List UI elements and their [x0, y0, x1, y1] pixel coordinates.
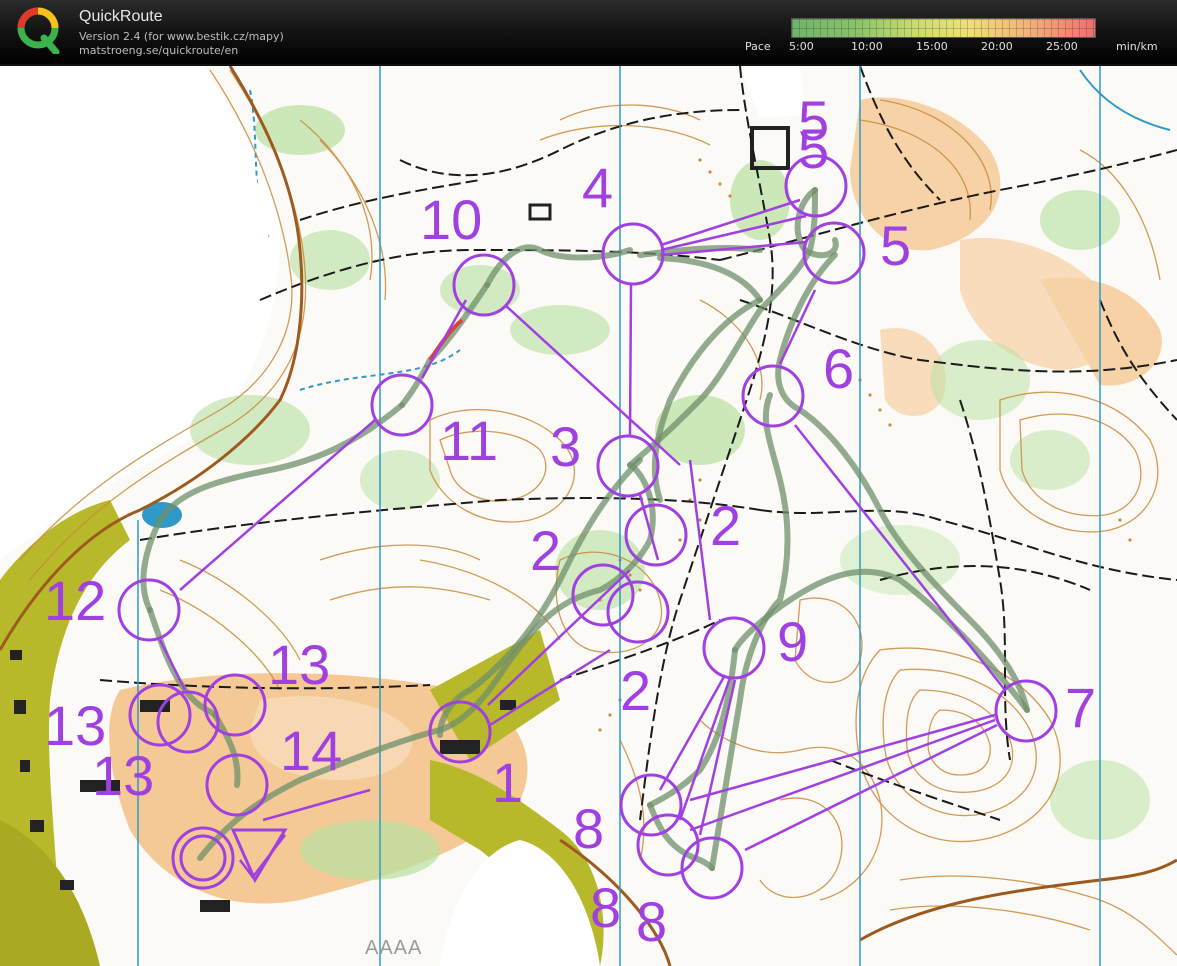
app-subtitle: Version 2.4 (for www.bestik.cz/mapy) mat…: [79, 30, 284, 58]
control-label: 5: [798, 117, 829, 180]
app-header: QuickRoute Version 2.4 (for www.bestik.c…: [0, 0, 1177, 66]
pace-tick: 25:00: [1046, 40, 1078, 53]
pace-tick: 15:00: [916, 40, 948, 53]
control-label: 6: [823, 337, 854, 400]
control-label: 1: [492, 751, 523, 814]
control-label: 13: [268, 633, 330, 696]
pace-color-scale: [791, 18, 1096, 38]
control-label: 4: [582, 156, 613, 219]
version-line: Version 2.4 (for www.bestik.cz/mapy): [79, 30, 284, 43]
map-canvas: 1 2 2 2 3 4 5 5 5 6 7 8 8 8 9 10 11 12 1…: [0, 66, 1177, 966]
control-label: 14: [280, 719, 342, 782]
url-line: matstroeng.se/quickroute/en: [79, 44, 239, 57]
control-label: 3: [550, 415, 581, 478]
pace-tick: 5:00: [789, 40, 814, 53]
control-label: 12: [44, 569, 106, 632]
watermark-text: AAAA: [365, 937, 423, 959]
control-label: 8: [590, 876, 621, 939]
app-title: QuickRoute: [79, 8, 163, 25]
control-label: 5: [880, 214, 911, 277]
control-label: 11: [440, 409, 498, 472]
pace-unit-label: min/km: [1116, 40, 1158, 53]
control-label: 8: [636, 890, 667, 953]
pace-label: Pace: [745, 40, 771, 53]
control-label: 2: [620, 659, 651, 722]
control-label: 8: [573, 797, 604, 860]
control-label: 13: [92, 744, 154, 807]
control-label: 2: [530, 519, 561, 582]
quickroute-logo-icon: [17, 7, 60, 54]
control-label: 7: [1065, 676, 1096, 739]
pace-tick: 20:00: [981, 40, 1013, 53]
control-label: 2: [710, 494, 741, 557]
pace-tick: 10:00: [851, 40, 883, 53]
control-label: 10: [420, 188, 482, 251]
control-label: 9: [777, 610, 808, 673]
orienteering-map[interactable]: 1 2 2 2 3 4 5 5 5 6 7 8 8 8 9 10 11 12 1…: [0, 66, 1177, 966]
